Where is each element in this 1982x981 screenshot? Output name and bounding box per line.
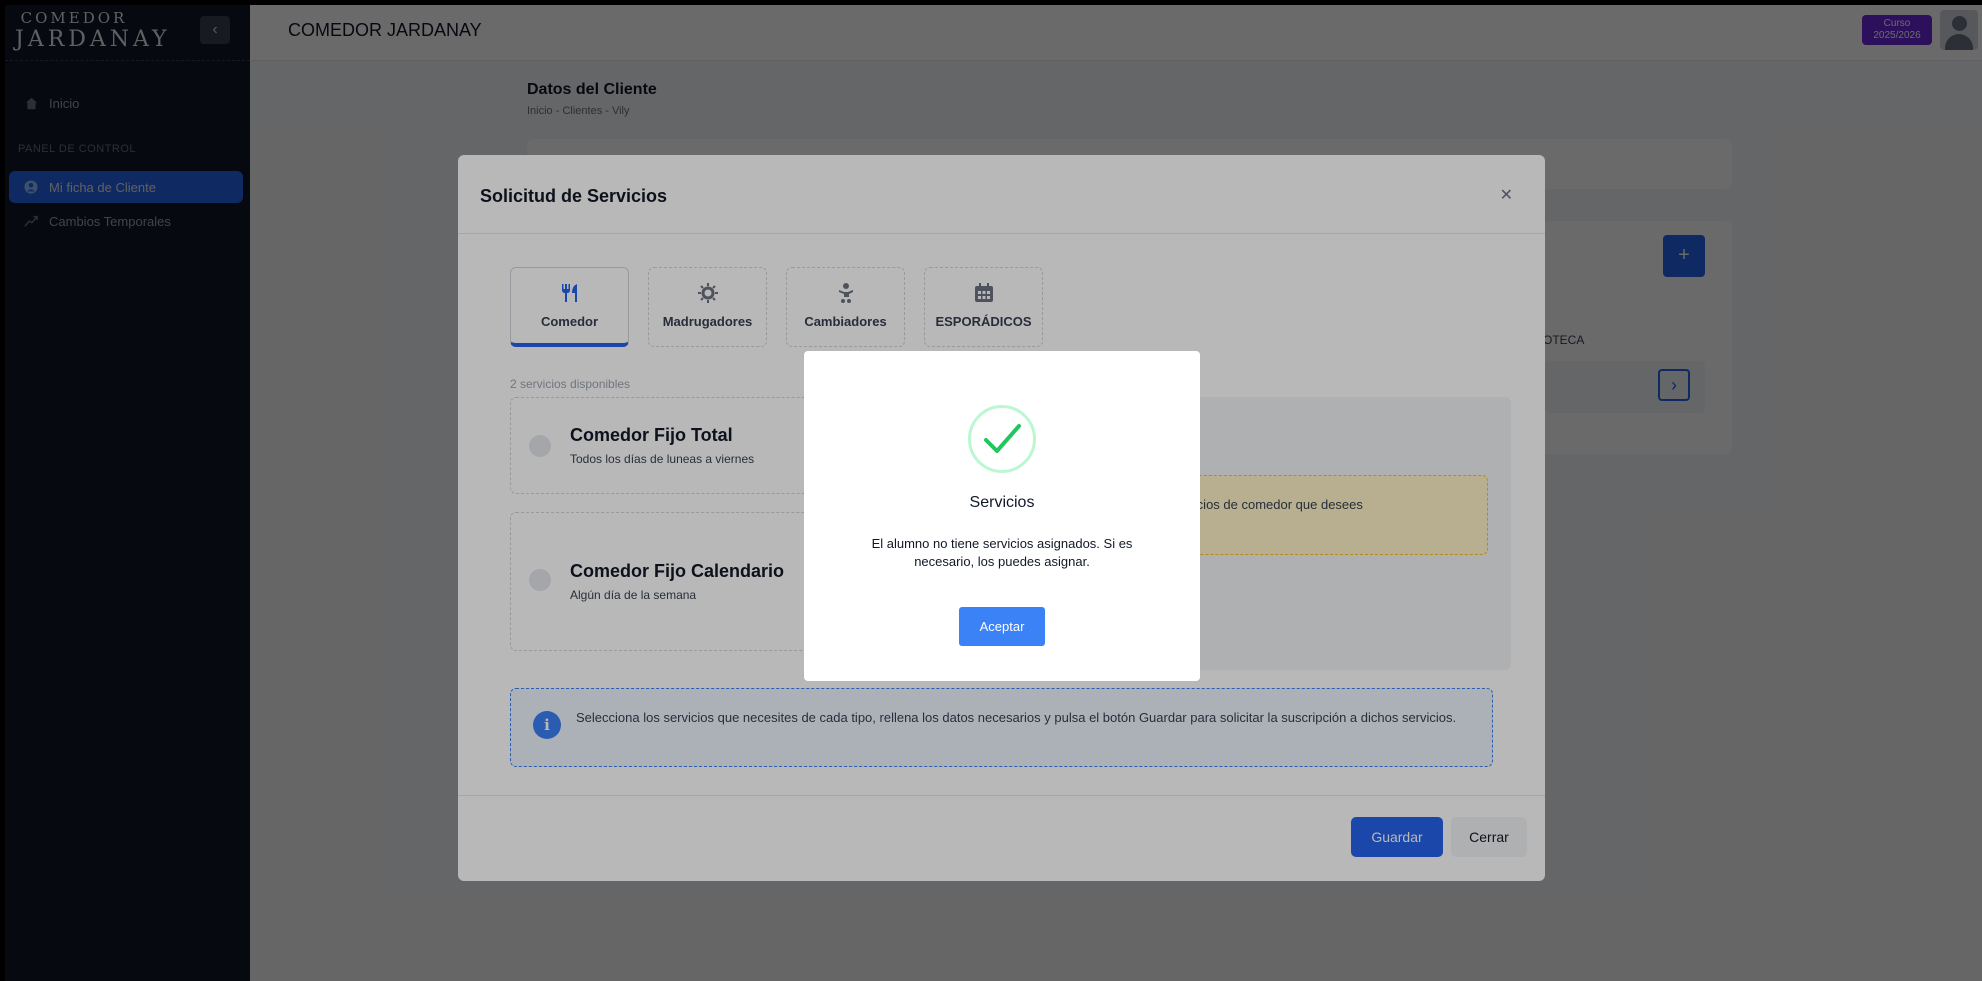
success-alert-dialog: Servicios El alumno no tiene servicios a… <box>804 351 1200 681</box>
alert-title: Servicios <box>969 494 1035 511</box>
app-window: COMEDOR JARDANAY ‹ Inicio PANEL DE CONTR… <box>5 5 1982 981</box>
alert-message: El alumno no tiene servicios asignados. … <box>871 536 1133 569</box>
accept-button[interactable]: Aceptar <box>959 607 1045 646</box>
check-circle-icon <box>968 405 1036 473</box>
